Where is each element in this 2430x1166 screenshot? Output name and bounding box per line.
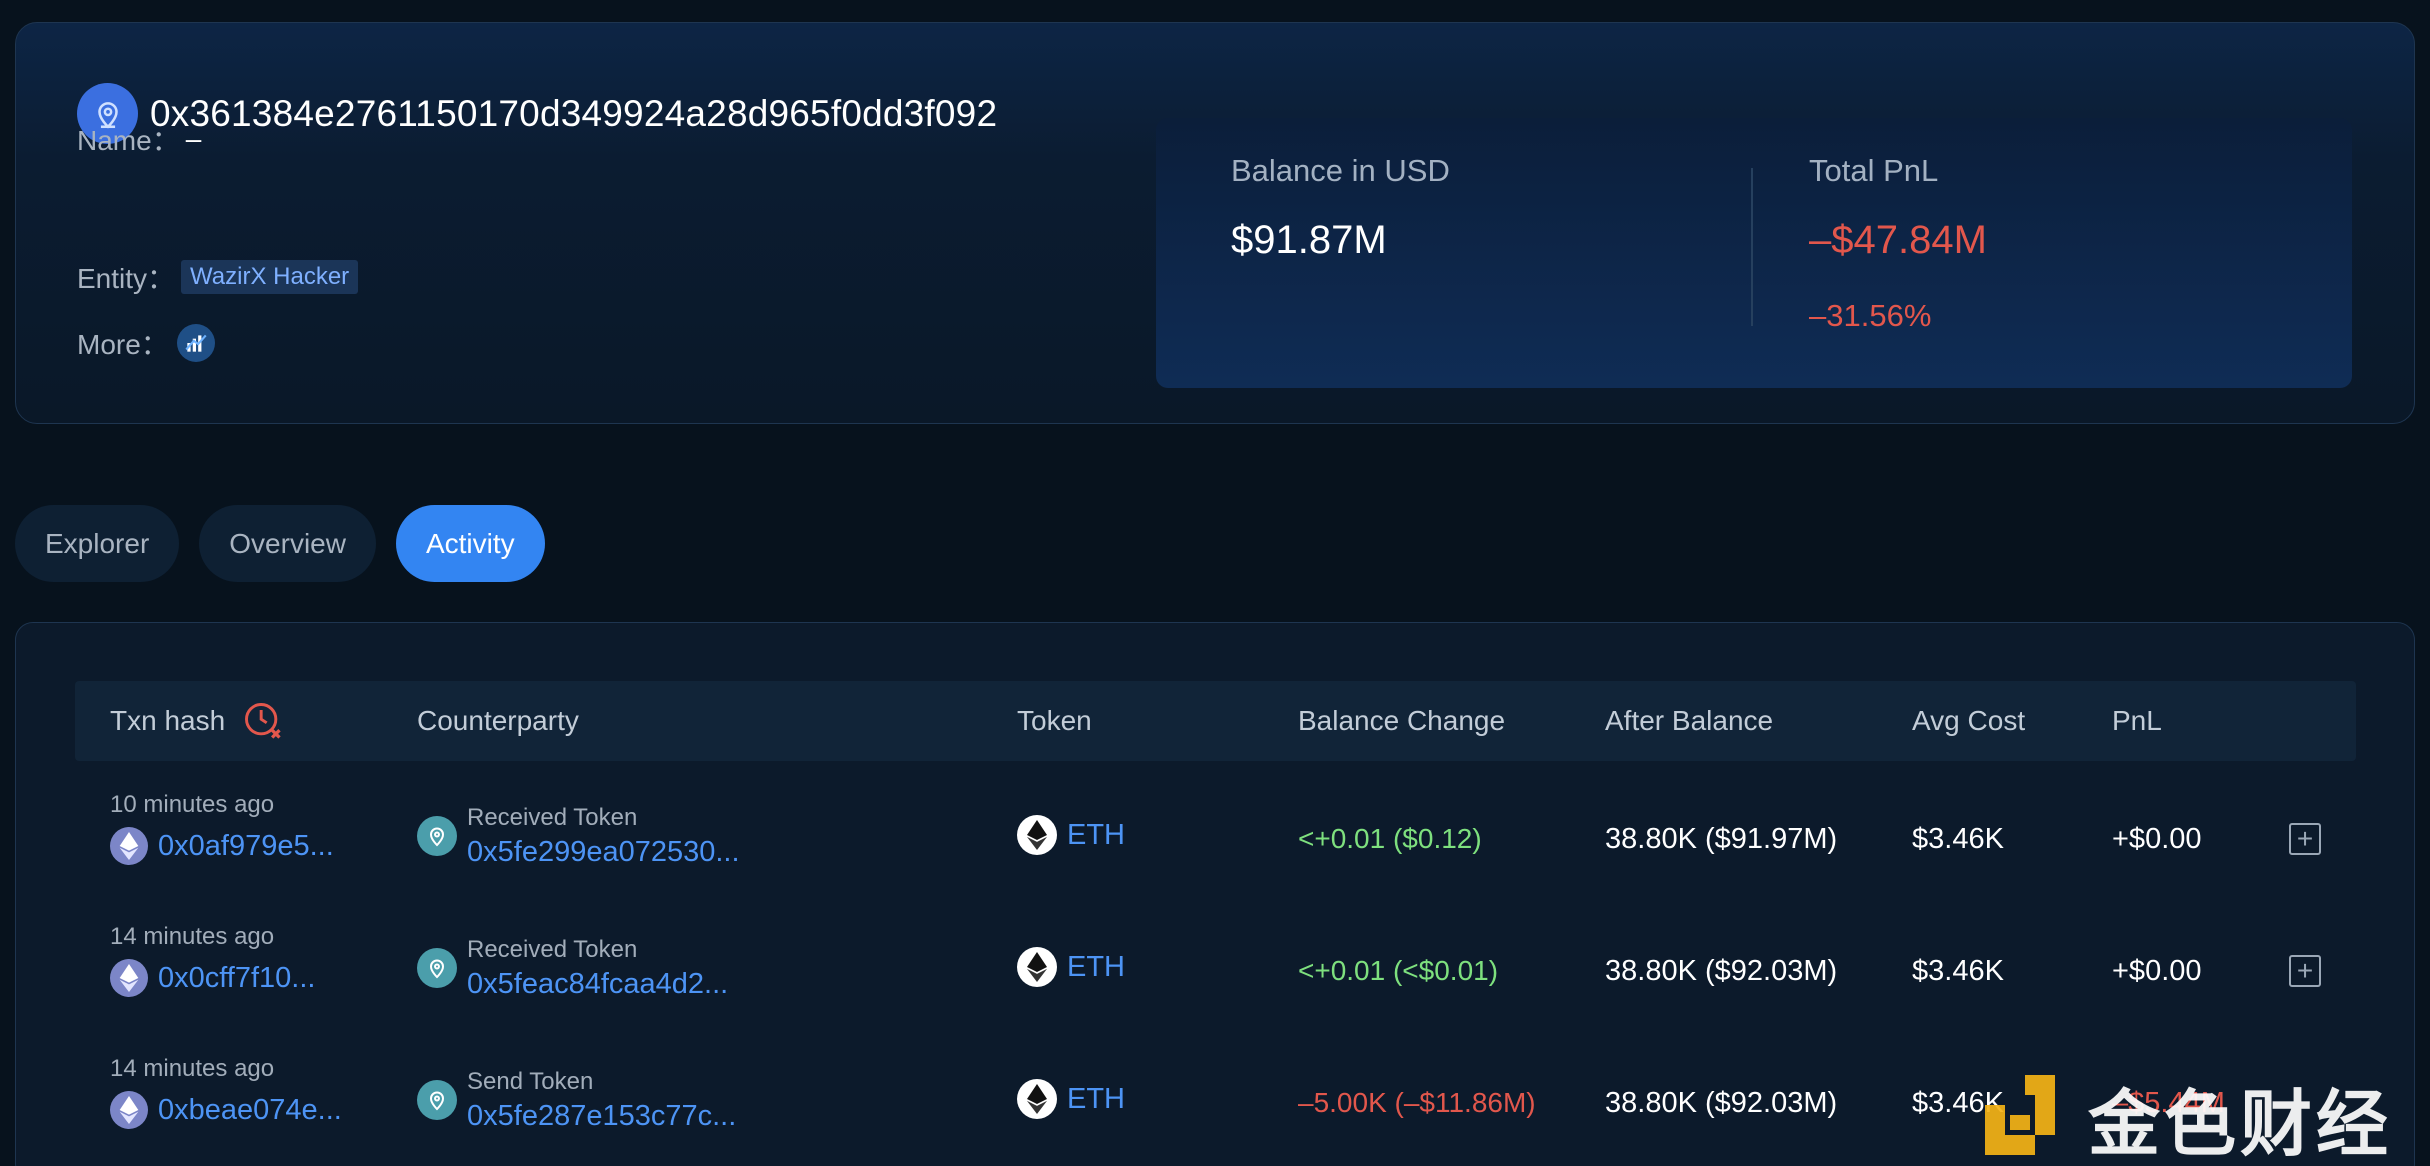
watermark: 金色财经	[1985, 1065, 2392, 1166]
header-txn-hash-label: Txn hash	[110, 705, 226, 736]
txn-time: 14 minutes ago	[110, 923, 275, 950]
counterparty-address-link[interactable]: 0x5feac84fcaa4d2...	[467, 968, 728, 1001]
entity-row: Entity： WazirX Hacker	[77, 257, 359, 297]
name-row: Name： –	[77, 119, 201, 159]
clock-filter-icon[interactable]	[241, 699, 285, 743]
after-balance: 38.80K ($91.97M)	[1605, 823, 1838, 855]
more-row: More：	[77, 323, 215, 363]
ethereum-icon	[110, 827, 148, 865]
counterparty-cell: Received Token 0x5feac84fcaa4d2...	[417, 923, 728, 1013]
txn-time: 10 minutes ago	[110, 791, 275, 818]
header-txn-hash: Txn hash	[110, 681, 285, 761]
token-link[interactable]: ETH	[1067, 819, 1125, 852]
token-cell: ETH	[1017, 947, 1125, 987]
tab-activity[interactable]: Activity	[395, 505, 545, 582]
token-cell: ETH	[1017, 815, 1125, 855]
location-pin-icon	[417, 816, 457, 856]
table-row: 14 minutes ago 0x0cff7f10... Received To…	[75, 923, 2356, 1055]
expand-row-button[interactable]: +	[2289, 823, 2321, 855]
ethereum-icon	[110, 959, 148, 997]
entity-label: Entity：	[77, 263, 176, 294]
tab-overview[interactable]: Overview	[199, 505, 376, 582]
after-balance: 38.80K ($92.03M)	[1605, 1087, 1838, 1119]
ethereum-icon	[110, 1091, 148, 1129]
address-row: 0x361384e2761150170d349924a28d965f0dd3f0…	[77, 83, 997, 144]
token-cell: ETH	[1017, 1079, 1125, 1119]
location-pin-icon	[417, 1080, 457, 1120]
avg-cost: $3.46K	[1912, 823, 2004, 855]
pnl-value: –$47.84M	[1809, 218, 1987, 262]
txn-cell: 14 minutes ago 0x0cff7f10...	[110, 923, 315, 997]
balance-value: $91.87M	[1231, 218, 1387, 262]
expand-row-button[interactable]: +	[2289, 955, 2321, 987]
counterparty-address-link[interactable]: 0x5fe287e153c77c...	[467, 1100, 736, 1133]
watermark-text: 金色财经	[2088, 1082, 2393, 1166]
table-header: Txn hash Counterparty Token Balance Chan…	[75, 681, 2356, 761]
txn-hash-link[interactable]: 0x0af979e5...	[158, 830, 334, 863]
token-link[interactable]: ETH	[1067, 1083, 1125, 1116]
tab-bar: Explorer Overview Activity	[15, 505, 545, 582]
row-pnl: +$0.00	[2112, 823, 2202, 855]
analytics-chart-icon[interactable]	[176, 324, 215, 362]
pnl-percent: –31.56%	[1809, 298, 1932, 333]
wallet-header-card: 0x361384e2761150170d349924a28d965f0dd3f0…	[15, 22, 2415, 424]
header-pnl: PnL	[2112, 705, 2162, 736]
table-row: 10 minutes ago 0x0af979e5... Received To…	[75, 791, 2356, 923]
location-pin-icon	[417, 948, 457, 988]
counterparty-cell: Send Token 0x5fe287e153c77c...	[417, 1055, 736, 1145]
after-balance: 38.80K ($92.03M)	[1605, 955, 1838, 987]
pnl-label: Total PnL	[1809, 153, 1939, 188]
txn-hash-link[interactable]: 0x0cff7f10...	[158, 962, 315, 995]
ethereum-icon	[1017, 1079, 1057, 1119]
header-avg-cost: Avg Cost	[1912, 705, 2026, 736]
jinse-logo-icon	[1985, 1075, 2070, 1160]
more-label: More：	[77, 329, 169, 360]
balance-change: <+0.01 (<$0.01)	[1298, 955, 1499, 986]
name-value: –	[185, 123, 202, 154]
counterparty-type: Received Token	[467, 803, 638, 831]
entity-tag[interactable]: WazirX Hacker	[181, 260, 359, 294]
ethereum-icon	[1017, 947, 1057, 987]
txn-cell: 14 minutes ago 0xbeae074e...	[110, 1055, 342, 1129]
token-link[interactable]: ETH	[1067, 951, 1125, 984]
wallet-address: 0x361384e2761150170d349924a28d965f0dd3f0…	[150, 92, 998, 134]
counterparty-address-link[interactable]: 0x5fe299ea072530...	[467, 836, 740, 869]
stats-divider	[1751, 168, 1753, 326]
txn-hash-link[interactable]: 0xbeae074e...	[158, 1094, 342, 1127]
header-token: Token	[1017, 705, 1092, 736]
balance-label: Balance in USD	[1231, 153, 1450, 188]
header-balance-change: Balance Change	[1298, 705, 1506, 736]
counterparty-type: Send Token	[467, 1067, 594, 1095]
name-label: Name：	[77, 125, 180, 156]
row-pnl: +$0.00	[2112, 955, 2202, 987]
header-after-balance: After Balance	[1605, 705, 1774, 736]
counterparty-type: Received Token	[467, 935, 638, 963]
ethereum-icon	[1017, 815, 1057, 855]
txn-time: 14 minutes ago	[110, 1055, 275, 1082]
avg-cost: $3.46K	[1912, 955, 2004, 987]
tab-explorer[interactable]: Explorer	[15, 505, 180, 582]
txn-cell: 10 minutes ago 0x0af979e5...	[110, 791, 334, 865]
balance-change: –5.00K (–$11.86M)	[1298, 1087, 1536, 1118]
stats-panel: Balance in USD $91.87M Total PnL –$47.84…	[1156, 118, 2352, 388]
header-counterparty: Counterparty	[417, 705, 579, 736]
counterparty-cell: Received Token 0x5fe299ea072530...	[417, 791, 740, 881]
balance-change: <+0.01 ($0.12)	[1298, 823, 1482, 854]
